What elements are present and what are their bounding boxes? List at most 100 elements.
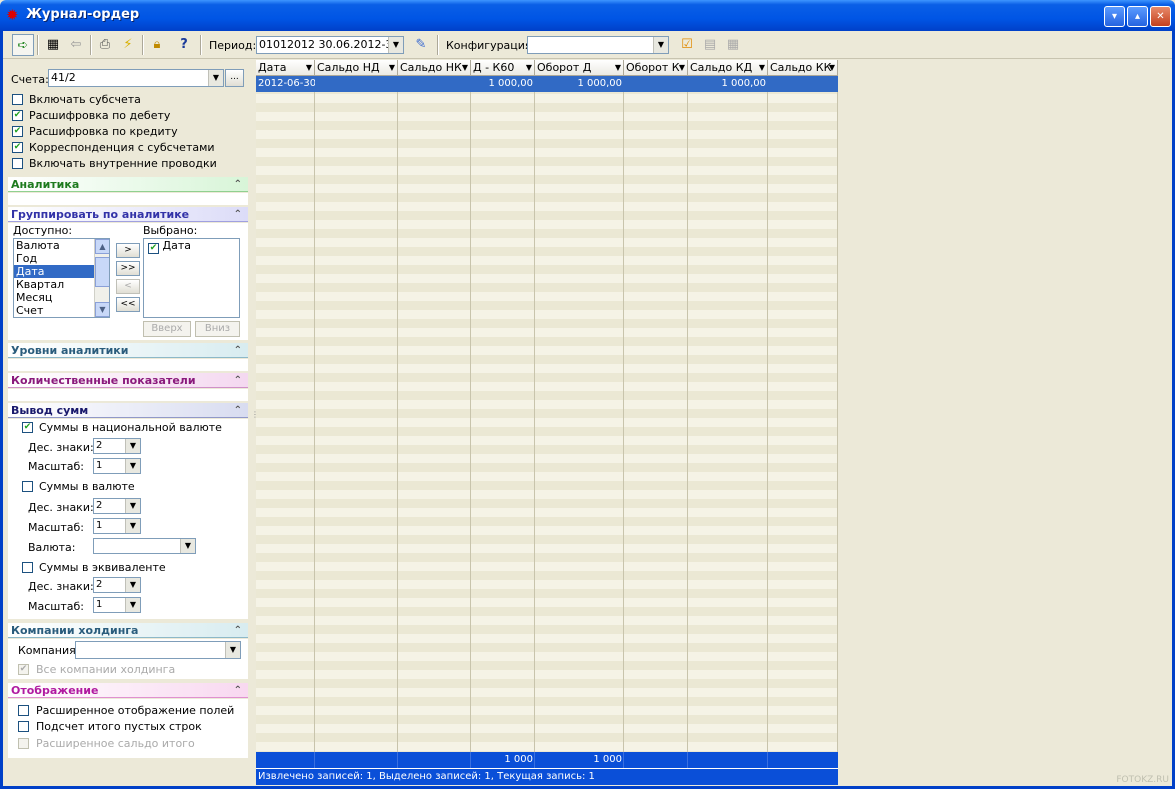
sort-arrow-icon[interactable]: ▼ (679, 60, 685, 75)
table-config-icon[interactable]: ▤ (699, 34, 721, 56)
collapse-icon[interactable]: ⌃ (234, 177, 242, 192)
section-display[interactable]: Отображение ⌃ (8, 683, 248, 698)
section-quantity[interactable]: Количественные показатели ⌃ (8, 373, 248, 388)
available-scrollbar[interactable]: ▲ ▼ (94, 239, 109, 317)
checkbox-credit-breakdown[interactable]: ✔ (12, 126, 23, 137)
collapse-icon[interactable]: ⌃ (234, 207, 242, 222)
section-analytics[interactable]: Аналитика ⌃ (8, 177, 248, 192)
chevron-down-icon[interactable]: ▼ (125, 519, 140, 533)
help-icon[interactable]: ? (173, 34, 195, 56)
sort-arrow-icon[interactable]: ▼ (462, 60, 468, 75)
currency-combo[interactable]: ▼ (93, 538, 196, 554)
minimize-button[interactable]: ▾ (1104, 6, 1125, 27)
maximize-button[interactable]: ▴ (1127, 6, 1148, 27)
column-header-saldo-kk[interactable]: Сальдо КК ▼ (768, 60, 838, 76)
checkbox-extended-balance[interactable] (18, 738, 29, 749)
back-arrow-icon[interactable]: ⇦ (65, 34, 87, 56)
refresh-icon[interactable]: ➪ (12, 34, 34, 56)
cell-saldo-nd[interactable] (315, 76, 398, 92)
checkbox-include-subaccounts[interactable] (12, 94, 23, 105)
cell-date[interactable]: 2012-06-30 (256, 76, 315, 92)
section-group[interactable]: Группировать по аналитике ⌃ (8, 207, 248, 222)
column-header-d-k60[interactable]: Д - К60 ▼ (471, 60, 535, 76)
move-up-button[interactable]: Вверх (143, 321, 191, 337)
remove-all-button[interactable]: << (116, 297, 140, 312)
section-holding[interactable]: Компании холдинга ⌃ (8, 623, 248, 638)
cell-saldo-kk[interactable] (768, 76, 838, 92)
scroll-down-icon[interactable]: ▼ (95, 302, 109, 317)
cell-turnover-d[interactable]: 1 000,00 (535, 76, 624, 92)
lightning-icon[interactable]: ⚡ (117, 34, 139, 56)
column-header-turnover-k[interactable]: Оборот К ▼ (624, 60, 688, 76)
close-button[interactable]: ✕ (1150, 6, 1171, 27)
add-button[interactable]: > (116, 243, 140, 258)
chevron-down-icon[interactable]: ▼ (653, 37, 668, 53)
selected-item-checkbox[interactable]: ✔ (148, 243, 159, 254)
cell-saldo-nk[interactable] (398, 76, 471, 92)
title-bar[interactable]: ✹ Журнал-ордер ▾ ▴ ✕ (0, 0, 1175, 31)
chevron-down-icon[interactable]: ▼ (125, 439, 140, 453)
collapse-icon[interactable]: ⌃ (234, 403, 242, 418)
sort-arrow-icon[interactable]: ▼ (615, 60, 621, 75)
collapse-icon[interactable]: ⌃ (234, 683, 242, 698)
checkbox-equivalent[interactable] (22, 562, 33, 573)
sort-arrow-icon[interactable]: ▼ (306, 60, 312, 75)
table-row[interactable]: 2012-06-30 1 000,00 1 000,00 1 000,00 (256, 76, 838, 92)
grid-body[interactable]: 2012-06-30 1 000,00 1 000,00 1 000,00 (256, 76, 838, 752)
journal-grid[interactable]: Дата ▼ Сальдо НД ▼ Сальдо НК ▼ Д - К60 ▼ Обо… (256, 60, 838, 785)
accounts-combo[interactable]: 41/2 ▼ (48, 69, 224, 87)
checkbox-extended-fields[interactable] (18, 705, 29, 716)
column-header-saldo-kd[interactable]: Сальдо КД ▼ (688, 60, 768, 76)
sort-arrow-icon[interactable]: ▼ (389, 60, 395, 75)
chevron-down-icon[interactable]: ▼ (388, 37, 403, 53)
checkbox-count-empty[interactable] (18, 721, 29, 732)
sort-arrow-icon[interactable]: ▼ (759, 60, 765, 75)
checkbox-correspondence[interactable]: ✔ (12, 142, 23, 153)
scroll-thumb[interactable] (95, 257, 109, 287)
sort-arrow-icon[interactable]: ▼ (526, 60, 532, 75)
lock-icon[interactable]: 🔒︎ (146, 34, 168, 56)
collapse-icon[interactable]: ⌃ (234, 343, 242, 358)
scroll-up-icon[interactable]: ▲ (95, 239, 109, 254)
checkbox-currency[interactable] (22, 481, 33, 492)
chevron-down-icon[interactable]: ▼ (125, 459, 140, 473)
collapse-icon[interactable]: ⌃ (234, 373, 242, 388)
column-header-saldo-nd[interactable]: Сальдо НД ▼ (315, 60, 398, 76)
cell-turnover-k[interactable] (624, 76, 688, 92)
browse-accounts-button[interactable]: ... (225, 69, 244, 87)
cell-saldo-kd[interactable]: 1 000,00 (688, 76, 768, 92)
calendar-edit-icon[interactable]: ✎ (410, 34, 432, 56)
company-combo[interactable]: ▼ (75, 641, 241, 659)
period-combo[interactable]: 01012012 30.06.2012-30. ▼ (256, 36, 404, 54)
column-header-saldo-nk[interactable]: Сальдо НК ▼ (398, 60, 471, 76)
chevron-down-icon[interactable]: ▼ (180, 539, 195, 553)
equiv-dec-combo[interactable]: 2 ▼ (93, 577, 141, 593)
move-down-button[interactable]: Вниз (195, 321, 240, 337)
checkbox-debit-breakdown[interactable]: ✔ (12, 110, 23, 121)
national-scale-combo[interactable]: 1 ▼ (93, 458, 141, 474)
config-combo[interactable]: ▼ (527, 36, 669, 54)
selected-list[interactable]: ✔ Дата (143, 238, 240, 318)
available-list[interactable]: Валюта Год Дата Квартал Месяц Счет ▲ ▼ (13, 238, 110, 318)
national-dec-combo[interactable]: 2 ▼ (93, 438, 141, 454)
checkbox-all-companies[interactable]: ✔ (18, 664, 29, 675)
list-item[interactable]: ✔ Дата (144, 239, 239, 254)
chevron-down-icon[interactable]: ▼ (125, 578, 140, 592)
collapse-icon[interactable]: ⌃ (234, 623, 242, 638)
sort-arrow-icon[interactable]: ▼ (829, 60, 835, 75)
chevron-down-icon[interactable]: ▼ (208, 70, 223, 86)
add-all-button[interactable]: >> (116, 261, 140, 276)
table-delete-icon[interactable]: ▦ (722, 34, 744, 56)
column-header-date[interactable]: Дата ▼ (256, 60, 315, 76)
section-sums[interactable]: Вывод сумм ⌃ (8, 403, 248, 418)
grid-view-icon[interactable]: ▦ (42, 34, 64, 56)
chevron-down-icon[interactable]: ▼ (125, 598, 140, 612)
checkbox-internal-entries[interactable] (12, 158, 23, 169)
equiv-scale-combo[interactable]: 1 ▼ (93, 597, 141, 613)
currency-scale-combo[interactable]: 1 ▼ (93, 518, 141, 534)
remove-button[interactable]: < (116, 279, 140, 294)
cell-d-k60[interactable]: 1 000,00 (471, 76, 535, 92)
checkbox-national-currency[interactable]: ✔ (22, 422, 33, 433)
section-levels[interactable]: Уровни аналитики ⌃ (8, 343, 248, 358)
save-config-icon[interactable]: ☑ (676, 34, 698, 56)
